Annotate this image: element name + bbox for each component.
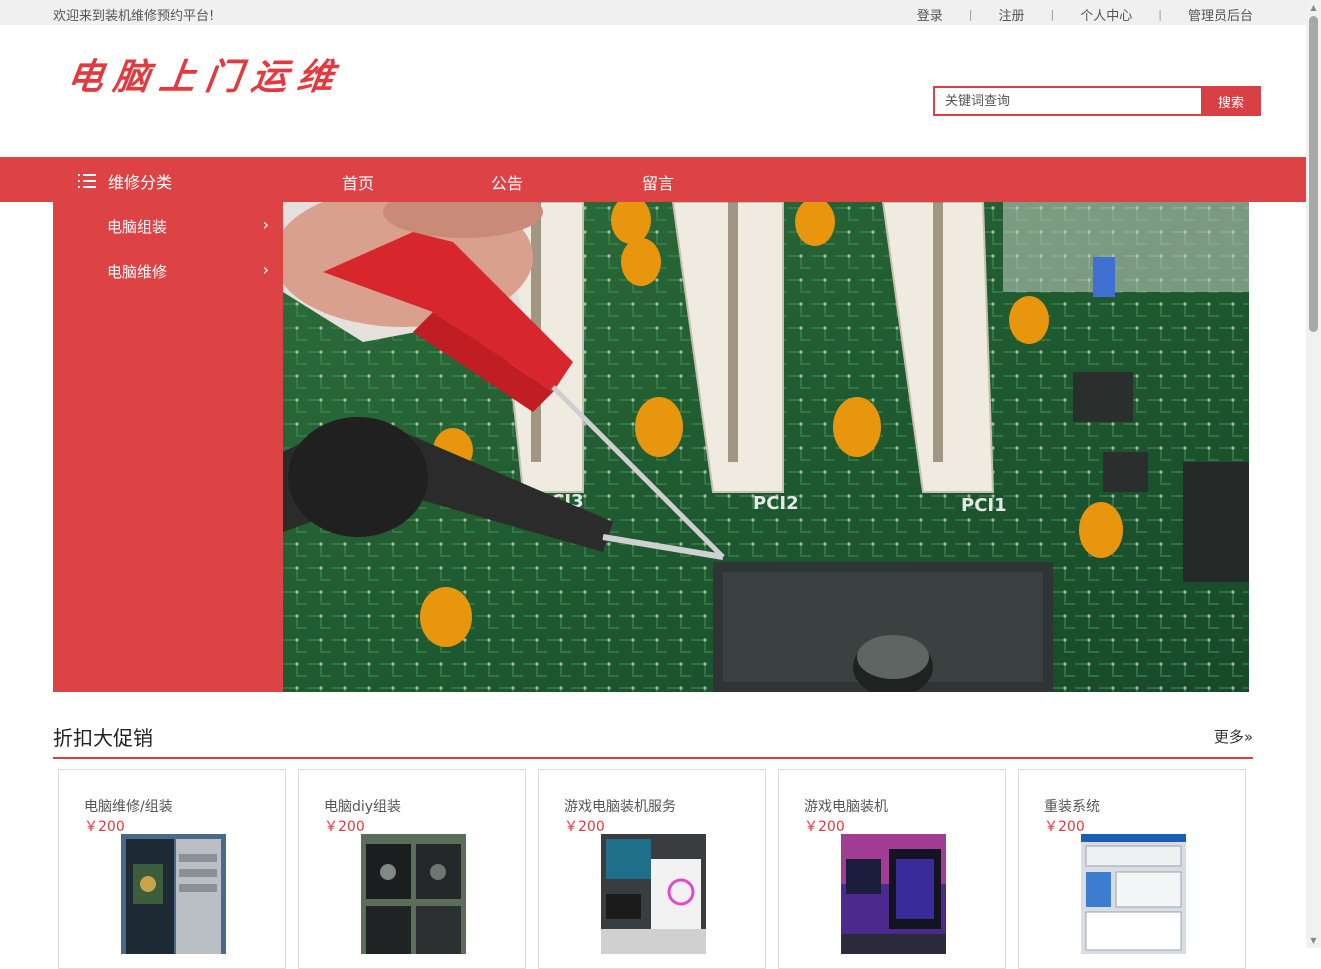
product-name: 电脑维修/组装	[84, 799, 173, 815]
chevron-right-icon: ›	[262, 215, 269, 234]
nav-home[interactable]: 首页	[342, 170, 374, 194]
search-bar: 搜索	[933, 86, 1261, 116]
product-price: ￥200	[324, 819, 365, 835]
product-image	[1081, 834, 1186, 954]
svg-text:PCI1: PCI1	[961, 495, 1007, 516]
category-title-label: 维修分类	[108, 173, 173, 192]
product-card[interactable]: 游戏电脑装机 ￥200	[778, 769, 1006, 969]
main-nav: 维修分类 首页 公告 留言	[0, 157, 1306, 202]
product-name: 重装系统	[1044, 799, 1100, 815]
category-sidebar: 电脑组装 › 电脑维修 ›	[53, 202, 283, 692]
sidebar-item-label: 电脑组装	[107, 218, 168, 236]
separator: |	[968, 8, 973, 21]
product-image	[121, 834, 226, 954]
top-bar: 欢迎来到装机维修预约平台! 登录 | 注册 | 个人中心 | 管理员后台	[0, 0, 1306, 25]
login-link[interactable]: 登录	[917, 5, 943, 24]
product-card[interactable]: 重装系统 ￥200	[1018, 769, 1246, 969]
product-card[interactable]: 电脑diy组装 ￥200	[298, 769, 526, 969]
product-price: ￥200	[84, 819, 125, 835]
nav-announcement[interactable]: 公告	[491, 170, 523, 194]
product-card[interactable]: 游戏电脑装机服务 ￥200	[538, 769, 766, 969]
list-icon	[78, 174, 96, 188]
section-divider	[53, 757, 1253, 759]
product-image	[601, 834, 706, 954]
user-center-link[interactable]: 个人中心	[1080, 5, 1132, 24]
promo-title: 折扣大促销	[53, 726, 153, 750]
product-name: 游戏电脑装机	[804, 799, 888, 815]
product-price: ￥200	[804, 819, 845, 835]
product-image	[361, 834, 466, 954]
scrollbar-thumb[interactable]	[1309, 16, 1318, 332]
circuit-board-image: PCI3 PCI2 PCI1	[283, 202, 1249, 692]
product-price: ￥200	[1044, 819, 1085, 835]
admin-link[interactable]: 管理员后台	[1188, 5, 1253, 24]
nav-message[interactable]: 留言	[642, 170, 674, 194]
scroll-up-icon[interactable]: ▲	[1306, 0, 1321, 15]
register-link[interactable]: 注册	[999, 5, 1025, 24]
product-price: ￥200	[564, 819, 605, 835]
chevron-right-icon: ›	[262, 260, 269, 279]
sidebar-item-repair[interactable]: 电脑维修 ›	[53, 247, 283, 292]
product-name: 游戏电脑装机服务	[564, 799, 676, 815]
sidebar-item-assembly[interactable]: 电脑组装 ›	[53, 202, 283, 247]
more-link[interactable]: 更多»	[1214, 726, 1253, 747]
product-card[interactable]: 电脑维修/组装 ￥200	[58, 769, 286, 969]
category-title: 维修分类	[78, 169, 172, 193]
scroll-down-icon[interactable]: ▼	[1306, 933, 1321, 948]
search-button[interactable]: 搜索	[1201, 86, 1261, 116]
separator: |	[1050, 8, 1055, 21]
site-logo[interactable]: 电脑上门运维	[64, 48, 347, 100]
product-name: 电脑diy组装	[324, 799, 402, 815]
welcome-text: 欢迎来到装机维修预约平台!	[53, 9, 215, 24]
search-input[interactable]	[933, 86, 1201, 116]
svg-text:PCI2: PCI2	[753, 493, 799, 514]
hero-banner[interactable]: PCI3 PCI2 PCI1	[283, 202, 1249, 692]
top-links: 登录 | 注册 | 个人中心 | 管理员后台	[917, 5, 1253, 24]
separator: |	[1158, 8, 1162, 21]
product-image	[841, 834, 946, 954]
sidebar-item-label: 电脑维修	[107, 263, 168, 281]
